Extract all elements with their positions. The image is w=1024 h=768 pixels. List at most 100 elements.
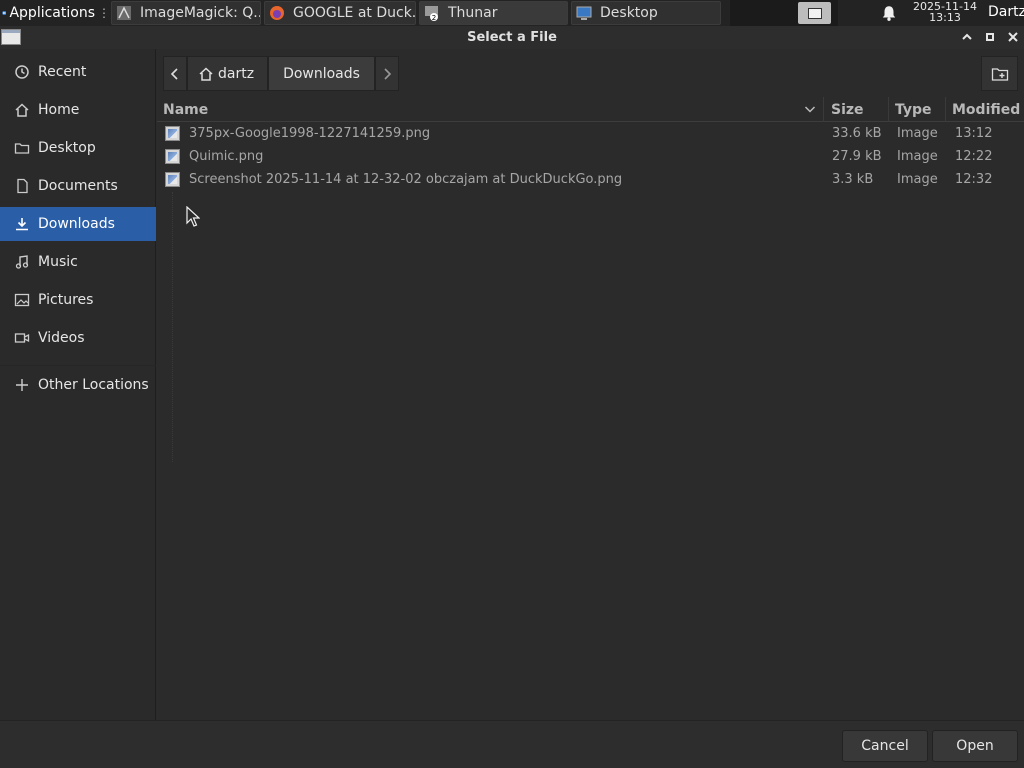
sidebar-item-label: Recent: [38, 64, 87, 80]
videos-icon: [14, 333, 30, 343]
sidebar-item-label: Home: [38, 102, 80, 118]
file-row[interactable]: Screenshot 2025-11-14 at 12-32-02 obczaj…: [157, 168, 1024, 191]
menu-separator-icon: ⋮: [98, 6, 110, 20]
dialog-footer: Cancel Open: [0, 720, 1024, 768]
thunar-badge: 2: [432, 14, 436, 21]
file-row[interactable]: 375px-Google1998-1227141259.png 33.6 kB …: [157, 122, 1024, 145]
sidebar-item-label: Desktop: [38, 140, 96, 156]
file-row[interactable]: Quimic.png 27.9 kB Image 12:22: [157, 145, 1024, 168]
task-label: ImageMagick: Q...: [140, 5, 261, 21]
top-panel: Applications ⋮ ImageMagick: Q... GOOGLE …: [0, 0, 1024, 26]
path-crumb-label: Downloads: [283, 65, 360, 82]
recent-icon: [15, 65, 29, 79]
places-sidebar: Recent Home Desktop Documents Downloads …: [0, 49, 156, 720]
workspace-switcher[interactable]: [798, 2, 831, 24]
file-list-header: Name Size Type Modified: [157, 97, 1024, 122]
sidebar-item-pictures[interactable]: Pictures: [0, 283, 156, 317]
sidebar-item-documents[interactable]: Documents: [0, 169, 156, 203]
file-size: 27.9 kB: [832, 149, 882, 164]
path-crumb-label: dartz: [218, 65, 255, 82]
sidebar-item-label: Documents: [38, 178, 118, 194]
path-bar: dartz Downloads: [163, 56, 399, 91]
dialog-title: Select a File: [467, 30, 557, 45]
column-size[interactable]: Size: [823, 97, 888, 122]
task-label: Desktop: [600, 5, 658, 21]
column-name[interactable]: Name: [157, 97, 823, 122]
path-back-button[interactable]: [163, 56, 187, 91]
clock-time: 13:13: [929, 11, 961, 24]
column-modified[interactable]: Modified: [945, 97, 1024, 122]
chevron-right-icon: [384, 67, 392, 80]
task-label: Thunar: [448, 5, 498, 21]
sidebar-item-label: Music: [38, 254, 78, 270]
image-file-icon: [165, 172, 180, 187]
pictures-icon: [14, 293, 30, 307]
applications-label: Applications: [9, 5, 95, 21]
applications-menu[interactable]: Applications ⋮: [0, 0, 110, 26]
sidebar-item-videos[interactable]: Videos: [0, 321, 156, 355]
close-icon[interactable]: [1005, 29, 1021, 45]
window-menu-icon[interactable]: [1, 29, 21, 45]
sidebar-item-label: Downloads: [38, 216, 115, 232]
open-button[interactable]: Open: [932, 730, 1018, 762]
dialog-titlebar: Select a File: [0, 26, 1024, 49]
path-crumb-home[interactable]: dartz: [187, 56, 269, 91]
sidebar-item-label: Other Locations: [38, 377, 149, 393]
file-modified: 12:22: [955, 149, 993, 164]
column-label: Type: [895, 101, 932, 118]
clock[interactable]: 2025-11-14 13:13: [906, 1, 984, 23]
task-label: GOOGLE at Duck...: [293, 5, 416, 21]
user-menu[interactable]: Dartz: [988, 4, 1024, 20]
sidebar-item-downloads[interactable]: Downloads: [0, 207, 156, 241]
desktop-folder-icon: [14, 143, 30, 154]
documents-icon: [17, 178, 28, 194]
file-size: 33.6 kB: [832, 126, 882, 141]
thunar-icon: 2: [425, 6, 438, 21]
image-file-icon: [165, 126, 180, 141]
task-firefox[interactable]: GOOGLE at Duck...: [264, 1, 416, 25]
sort-chevron-down-icon: [804, 106, 816, 113]
file-modified: 12:32: [955, 172, 993, 187]
column-label: Name: [163, 101, 209, 118]
task-desktop[interactable]: Desktop: [571, 1, 721, 25]
sidebar-item-other-locations[interactable]: Other Locations: [0, 368, 156, 402]
sidebar-item-music[interactable]: Music: [0, 245, 156, 279]
cancel-button[interactable]: Cancel: [842, 730, 928, 762]
notification-bell-icon[interactable]: [880, 4, 898, 22]
new-folder-button[interactable]: [981, 56, 1018, 91]
file-name: Quimic.png: [189, 149, 264, 164]
sidebar-item-desktop[interactable]: Desktop: [0, 131, 156, 165]
firefox-icon: [270, 6, 284, 20]
music-icon: [15, 255, 29, 269]
file-name: Screenshot 2025-11-14 at 12-32-02 obczaj…: [189, 172, 623, 187]
sidebar-separator: [0, 365, 156, 366]
home-icon: [199, 66, 213, 81]
new-folder-icon: [991, 67, 1008, 81]
plus-icon: [16, 379, 28, 391]
image-file-icon: [165, 149, 180, 164]
column-type[interactable]: Type: [888, 97, 945, 122]
file-size: 3.3 kB: [832, 172, 874, 187]
sidebar-item-recent[interactable]: Recent: [0, 55, 156, 89]
sidebar-item-home[interactable]: Home: [0, 93, 156, 127]
task-thunar[interactable]: 2 Thunar: [419, 1, 568, 25]
file-name: 375px-Google1998-1227141259.png: [189, 126, 431, 141]
sidebar-item-label: Videos: [38, 330, 85, 346]
file-type: Image: [897, 172, 938, 187]
maximize-chevron-icon[interactable]: [959, 29, 975, 45]
sidebar-item-label: Pictures: [38, 292, 94, 308]
path-crumb-current[interactable]: Downloads: [268, 56, 375, 91]
imagemagick-icon: [117, 6, 131, 20]
file-modified: 13:12: [955, 126, 993, 141]
list-empty-area: [172, 192, 173, 462]
file-type: Image: [897, 126, 938, 141]
desktop-icon: [576, 6, 592, 20]
restore-icon[interactable]: [982, 29, 998, 45]
xfce-logo-icon: [2, 11, 7, 15]
workspace-window-icon: [807, 7, 822, 19]
task-imagemagick[interactable]: ImageMagick: Q...: [111, 1, 261, 25]
path-forward-button[interactable]: [374, 56, 399, 91]
column-label: Modified: [952, 101, 1021, 118]
home-icon: [15, 103, 29, 117]
file-type: Image: [897, 149, 938, 164]
